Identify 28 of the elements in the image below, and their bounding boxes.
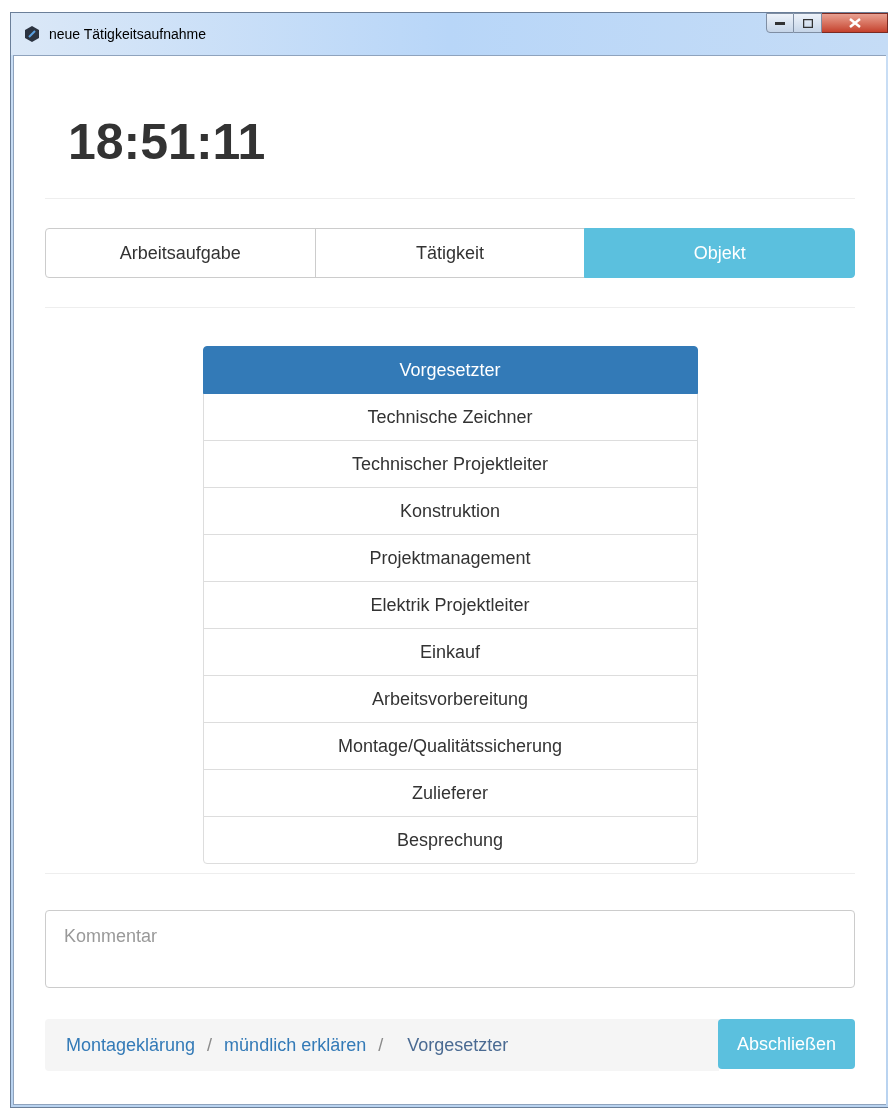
list-item[interactable]: Arbeitsvorbereitung: [202, 675, 698, 723]
tab[interactable]: Tätigkeit: [314, 228, 586, 278]
list-item[interactable]: Konstruktion: [202, 487, 698, 535]
list-item[interactable]: Projektmanagement: [202, 534, 698, 582]
breadcrumb-link[interactable]: Vorgesetzter: [395, 1031, 509, 1059]
app-icon: [23, 25, 41, 43]
list-item[interactable]: Zulieferer: [202, 769, 698, 817]
list-item[interactable]: Elektrik Projektleiter: [202, 581, 698, 629]
minimize-icon: [775, 21, 785, 25]
close-icon: [848, 18, 861, 28]
list-item[interactable]: Technischer Projektleiter: [202, 440, 698, 488]
list-item[interactable]: Montage/Qualitätssicherung: [202, 722, 698, 770]
list-item[interactable]: Vorgesetzter: [202, 346, 698, 394]
maximize-icon: [802, 18, 813, 28]
minimize-button[interactable]: [766, 13, 794, 33]
window-title: neue Tätigkeitsaufnahme: [49, 24, 206, 44]
breadcrumb-separator: /: [206, 1033, 214, 1057]
list-item[interactable]: Einkauf: [202, 628, 698, 676]
breadcrumb-separator: /: [377, 1033, 385, 1057]
breadcrumb-link[interactable]: mündlich erklären: [224, 1031, 367, 1059]
list-item[interactable]: Technische Zeichner: [202, 393, 698, 441]
close-button[interactable]: [822, 13, 888, 33]
tab[interactable]: Arbeitsaufgabe: [45, 228, 316, 278]
comment-field[interactable]: Kommentar: [45, 910, 855, 988]
maximize-button[interactable]: [794, 13, 822, 33]
list-item[interactable]: Besprechung: [202, 816, 698, 864]
clock-time: 18:51:11: [68, 112, 266, 172]
breadcrumb-link[interactable]: Montageklärung: [66, 1031, 196, 1059]
